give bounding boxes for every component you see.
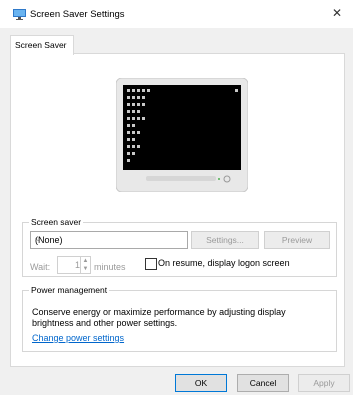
settings-button[interactable]: Settings... <box>191 231 259 249</box>
title-bar: Screen Saver Settings ✕ <box>0 0 353 28</box>
wait-label: Wait: <box>30 262 51 272</box>
screen-saver-app-icon <box>13 9 26 20</box>
window-title: Screen Saver Settings <box>30 9 125 20</box>
cancel-button[interactable]: Cancel <box>237 374 289 392</box>
power-description: Conserve energy or maximize performance … <box>32 307 286 328</box>
monitor-preview <box>116 78 248 192</box>
tab-label: Screen Saver <box>15 40 67 50</box>
preview-button[interactable]: Preview <box>264 231 330 249</box>
screen-saver-select[interactable]: (None) ⌵ <box>30 231 188 249</box>
tab-screen-saver[interactable]: Screen Saver <box>10 35 74 55</box>
ok-button[interactable]: OK <box>175 374 227 392</box>
minutes-label: minutes <box>94 262 126 272</box>
stepper-arrows-icon[interactable]: ▲ ▼ <box>80 257 90 273</box>
resume-logon-checkbox[interactable] <box>145 258 157 270</box>
chevron-down-icon: ⌵ <box>35 234 42 243</box>
power-management-group-label: Power management <box>29 285 110 295</box>
resume-logon-label[interactable]: On resume, display logon screen <box>158 258 290 268</box>
screen-saver-group-label: Screen saver <box>29 217 84 227</box>
wait-minutes-stepper[interactable]: 1 ▲ ▼ <box>57 256 91 274</box>
apply-button[interactable]: Apply <box>298 374 350 392</box>
change-power-settings-link[interactable]: Change power settings <box>32 333 124 343</box>
close-icon[interactable]: ✕ <box>329 5 345 21</box>
